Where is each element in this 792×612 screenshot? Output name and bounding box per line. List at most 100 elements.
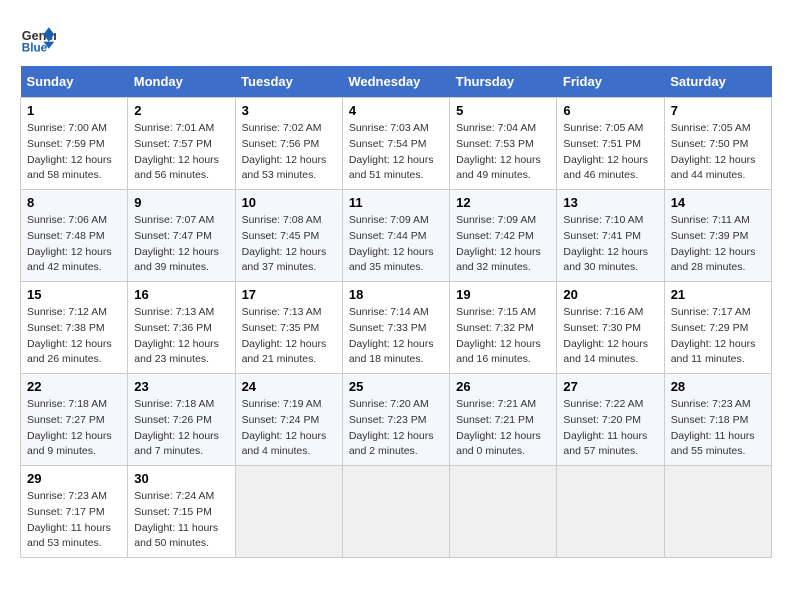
calendar-cell: 12 Sunrise: 7:09 AMSunset: 7:42 PMDaylig… <box>450 190 557 282</box>
day-number: 18 <box>349 287 443 302</box>
day-number: 24 <box>242 379 336 394</box>
day-detail: Sunrise: 7:22 AMSunset: 7:20 PMDaylight:… <box>563 397 657 460</box>
calendar-cell: 3 Sunrise: 7:02 AMSunset: 7:56 PMDayligh… <box>235 98 342 190</box>
calendar-cell <box>450 466 557 558</box>
calendar-cell: 24 Sunrise: 7:19 AMSunset: 7:24 PMDaylig… <box>235 374 342 466</box>
column-header-sunday: Sunday <box>21 66 128 98</box>
day-number: 22 <box>27 379 121 394</box>
day-detail: Sunrise: 7:06 AMSunset: 7:48 PMDaylight:… <box>27 213 121 276</box>
day-number: 10 <box>242 195 336 210</box>
calendar-cell: 22 Sunrise: 7:18 AMSunset: 7:27 PMDaylig… <box>21 374 128 466</box>
day-number: 9 <box>134 195 228 210</box>
day-number: 20 <box>563 287 657 302</box>
day-number: 19 <box>456 287 550 302</box>
day-number: 8 <box>27 195 121 210</box>
day-detail: Sunrise: 7:09 AMSunset: 7:42 PMDaylight:… <box>456 213 550 276</box>
calendar-cell: 27 Sunrise: 7:22 AMSunset: 7:20 PMDaylig… <box>557 374 664 466</box>
logo-icon: General Blue <box>20 20 56 56</box>
day-detail: Sunrise: 7:19 AMSunset: 7:24 PMDaylight:… <box>242 397 336 460</box>
day-number: 4 <box>349 103 443 118</box>
calendar-cell: 14 Sunrise: 7:11 AMSunset: 7:39 PMDaylig… <box>664 190 771 282</box>
calendar-cell: 29 Sunrise: 7:23 AMSunset: 7:17 PMDaylig… <box>21 466 128 558</box>
day-detail: Sunrise: 7:24 AMSunset: 7:15 PMDaylight:… <box>134 489 228 552</box>
calendar-cell: 19 Sunrise: 7:15 AMSunset: 7:32 PMDaylig… <box>450 282 557 374</box>
calendar-cell: 13 Sunrise: 7:10 AMSunset: 7:41 PMDaylig… <box>557 190 664 282</box>
day-detail: Sunrise: 7:12 AMSunset: 7:38 PMDaylight:… <box>27 305 121 368</box>
day-number: 21 <box>671 287 765 302</box>
header: General Blue <box>20 20 772 56</box>
day-detail: Sunrise: 7:09 AMSunset: 7:44 PMDaylight:… <box>349 213 443 276</box>
calendar-cell: 25 Sunrise: 7:20 AMSunset: 7:23 PMDaylig… <box>342 374 449 466</box>
logo: General Blue <box>20 20 56 56</box>
day-number: 29 <box>27 471 121 486</box>
svg-text:Blue: Blue <box>22 42 48 55</box>
calendar-cell: 17 Sunrise: 7:13 AMSunset: 7:35 PMDaylig… <box>235 282 342 374</box>
day-detail: Sunrise: 7:16 AMSunset: 7:30 PMDaylight:… <box>563 305 657 368</box>
day-detail: Sunrise: 7:10 AMSunset: 7:41 PMDaylight:… <box>563 213 657 276</box>
day-number: 17 <box>242 287 336 302</box>
column-header-tuesday: Tuesday <box>235 66 342 98</box>
day-detail: Sunrise: 7:05 AMSunset: 7:51 PMDaylight:… <box>563 121 657 184</box>
day-number: 3 <box>242 103 336 118</box>
day-number: 5 <box>456 103 550 118</box>
day-detail: Sunrise: 7:14 AMSunset: 7:33 PMDaylight:… <box>349 305 443 368</box>
day-detail: Sunrise: 7:11 AMSunset: 7:39 PMDaylight:… <box>671 213 765 276</box>
day-detail: Sunrise: 7:00 AMSunset: 7:59 PMDaylight:… <box>27 121 121 184</box>
day-detail: Sunrise: 7:23 AMSunset: 7:18 PMDaylight:… <box>671 397 765 460</box>
calendar-cell <box>235 466 342 558</box>
calendar-cell: 6 Sunrise: 7:05 AMSunset: 7:51 PMDayligh… <box>557 98 664 190</box>
day-number: 11 <box>349 195 443 210</box>
day-detail: Sunrise: 7:02 AMSunset: 7:56 PMDaylight:… <box>242 121 336 184</box>
calendar-cell: 23 Sunrise: 7:18 AMSunset: 7:26 PMDaylig… <box>128 374 235 466</box>
day-number: 6 <box>563 103 657 118</box>
day-detail: Sunrise: 7:21 AMSunset: 7:21 PMDaylight:… <box>456 397 550 460</box>
day-detail: Sunrise: 7:20 AMSunset: 7:23 PMDaylight:… <box>349 397 443 460</box>
day-detail: Sunrise: 7:18 AMSunset: 7:26 PMDaylight:… <box>134 397 228 460</box>
calendar-cell: 11 Sunrise: 7:09 AMSunset: 7:44 PMDaylig… <box>342 190 449 282</box>
day-detail: Sunrise: 7:13 AMSunset: 7:35 PMDaylight:… <box>242 305 336 368</box>
day-number: 7 <box>671 103 765 118</box>
column-header-thursday: Thursday <box>450 66 557 98</box>
day-number: 13 <box>563 195 657 210</box>
day-number: 26 <box>456 379 550 394</box>
day-detail: Sunrise: 7:05 AMSunset: 7:50 PMDaylight:… <box>671 121 765 184</box>
calendar-cell: 15 Sunrise: 7:12 AMSunset: 7:38 PMDaylig… <box>21 282 128 374</box>
calendar-cell: 8 Sunrise: 7:06 AMSunset: 7:48 PMDayligh… <box>21 190 128 282</box>
day-detail: Sunrise: 7:15 AMSunset: 7:32 PMDaylight:… <box>456 305 550 368</box>
day-number: 23 <box>134 379 228 394</box>
calendar-cell: 16 Sunrise: 7:13 AMSunset: 7:36 PMDaylig… <box>128 282 235 374</box>
calendar-cell: 18 Sunrise: 7:14 AMSunset: 7:33 PMDaylig… <box>342 282 449 374</box>
column-header-saturday: Saturday <box>664 66 771 98</box>
day-detail: Sunrise: 7:23 AMSunset: 7:17 PMDaylight:… <box>27 489 121 552</box>
day-number: 15 <box>27 287 121 302</box>
calendar-cell: 20 Sunrise: 7:16 AMSunset: 7:30 PMDaylig… <box>557 282 664 374</box>
calendar-cell: 2 Sunrise: 7:01 AMSunset: 7:57 PMDayligh… <box>128 98 235 190</box>
column-header-friday: Friday <box>557 66 664 98</box>
day-number: 16 <box>134 287 228 302</box>
day-detail: Sunrise: 7:13 AMSunset: 7:36 PMDaylight:… <box>134 305 228 368</box>
calendar-cell: 4 Sunrise: 7:03 AMSunset: 7:54 PMDayligh… <box>342 98 449 190</box>
calendar-cell: 28 Sunrise: 7:23 AMSunset: 7:18 PMDaylig… <box>664 374 771 466</box>
calendar-cell: 5 Sunrise: 7:04 AMSunset: 7:53 PMDayligh… <box>450 98 557 190</box>
calendar-cell <box>664 466 771 558</box>
day-detail: Sunrise: 7:03 AMSunset: 7:54 PMDaylight:… <box>349 121 443 184</box>
day-detail: Sunrise: 7:17 AMSunset: 7:29 PMDaylight:… <box>671 305 765 368</box>
calendar-cell: 7 Sunrise: 7:05 AMSunset: 7:50 PMDayligh… <box>664 98 771 190</box>
day-number: 2 <box>134 103 228 118</box>
day-detail: Sunrise: 7:01 AMSunset: 7:57 PMDaylight:… <box>134 121 228 184</box>
calendar-cell: 10 Sunrise: 7:08 AMSunset: 7:45 PMDaylig… <box>235 190 342 282</box>
day-number: 12 <box>456 195 550 210</box>
calendar-cell: 30 Sunrise: 7:24 AMSunset: 7:15 PMDaylig… <box>128 466 235 558</box>
day-number: 27 <box>563 379 657 394</box>
calendar-table: SundayMondayTuesdayWednesdayThursdayFrid… <box>20 66 772 558</box>
day-detail: Sunrise: 7:18 AMSunset: 7:27 PMDaylight:… <box>27 397 121 460</box>
calendar-cell: 1 Sunrise: 7:00 AMSunset: 7:59 PMDayligh… <box>21 98 128 190</box>
calendar-cell: 21 Sunrise: 7:17 AMSunset: 7:29 PMDaylig… <box>664 282 771 374</box>
calendar-cell <box>557 466 664 558</box>
day-number: 30 <box>134 471 228 486</box>
day-number: 1 <box>27 103 121 118</box>
day-number: 14 <box>671 195 765 210</box>
day-number: 25 <box>349 379 443 394</box>
column-header-monday: Monday <box>128 66 235 98</box>
day-detail: Sunrise: 7:08 AMSunset: 7:45 PMDaylight:… <box>242 213 336 276</box>
